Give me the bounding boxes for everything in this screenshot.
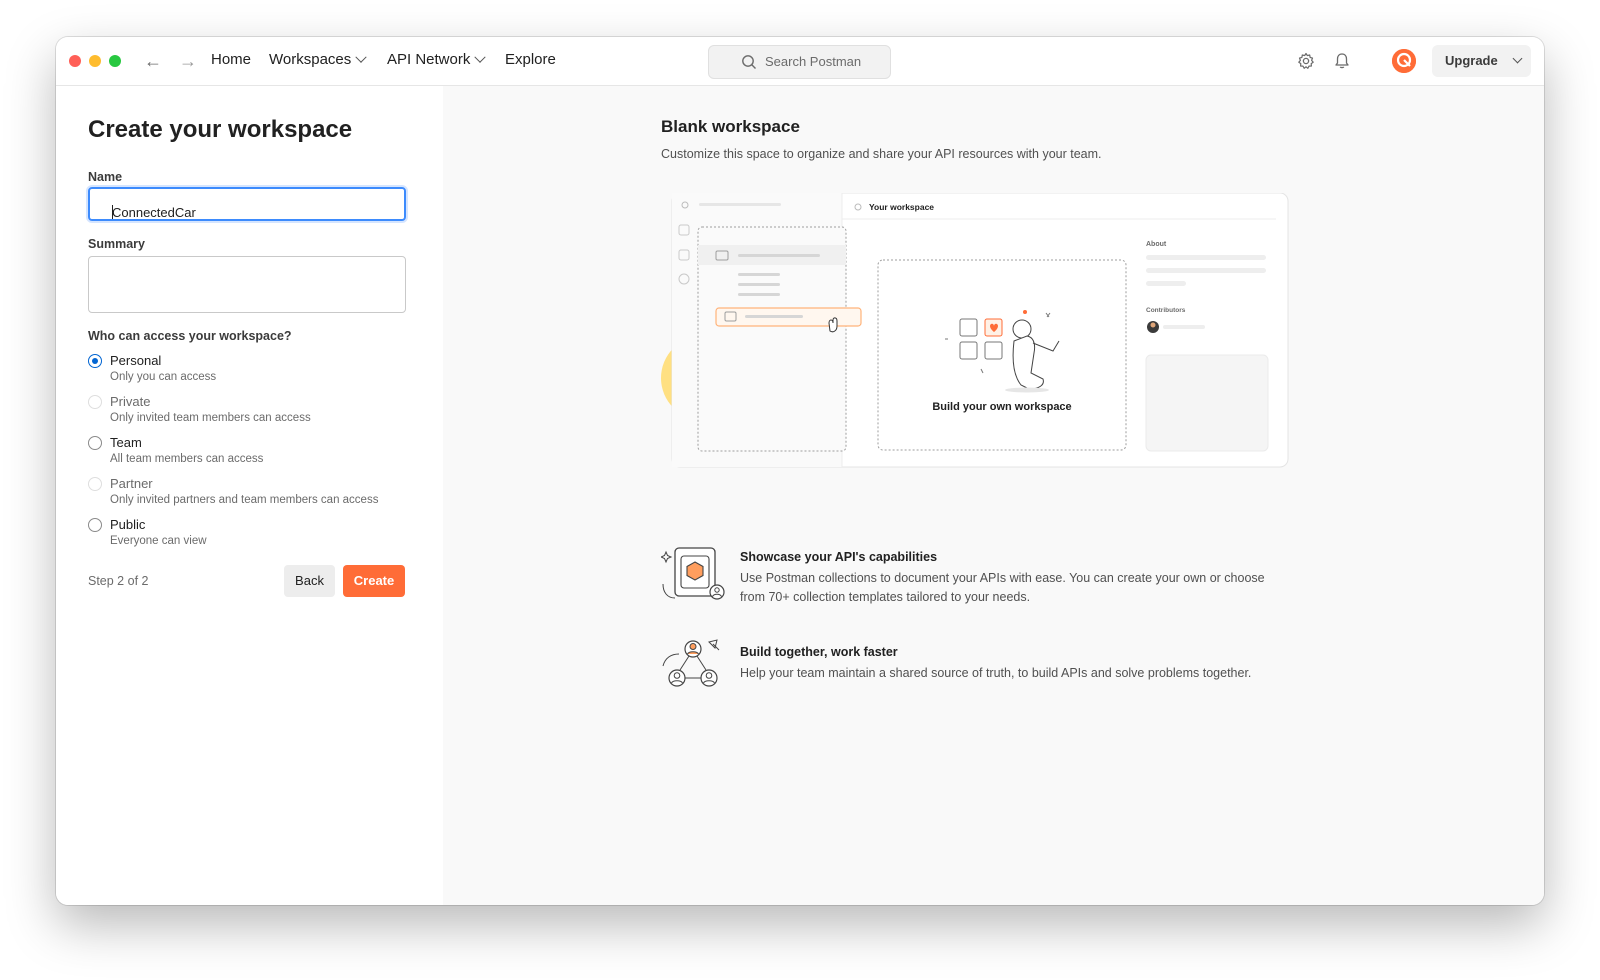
user-avatar[interactable] (1392, 49, 1416, 73)
radio-button[interactable] (88, 518, 102, 532)
workspace-preview-panel: Blank workspace Customize this space to … (443, 86, 1544, 905)
maximize-window-button[interactable] (109, 55, 121, 67)
team-collaboration-icon (662, 639, 720, 687)
radio-button (88, 477, 102, 491)
nav-workspaces[interactable]: Workspaces (269, 51, 367, 68)
back-button[interactable]: Back (284, 565, 335, 597)
close-window-button[interactable] (69, 55, 81, 67)
illustration-caption: Build your own workspace (932, 401, 1071, 413)
option-description: All team members can access (110, 453, 264, 465)
chevron-down-icon (355, 51, 367, 63)
back-arrow-icon[interactable]: ← (142, 49, 164, 73)
option-description: Everyone can view (110, 535, 207, 547)
nav-home[interactable]: Home (211, 51, 251, 68)
settings-gear-icon[interactable] (1296, 51, 1316, 71)
create-workspace-form: Create your workspace Name ConnectedCar … (56, 86, 443, 905)
nav-workspaces-label: Workspaces (269, 51, 352, 68)
illustration-about: About (1146, 241, 1167, 248)
chevron-down-icon (474, 51, 487, 63)
chevron-down-icon (1512, 53, 1523, 64)
option-label: Public (110, 517, 146, 532)
preview-title: Blank workspace (661, 117, 800, 136)
text-caret (112, 205, 113, 219)
search-input[interactable]: Search Postman (708, 45, 891, 79)
preview-subtitle: Customize this space to organize and sha… (661, 147, 1102, 161)
workspace-illustration: Build your own workspace Your workspace … (661, 193, 1289, 468)
summary-field[interactable] (88, 256, 406, 313)
illustration-contributors: Contributors (1146, 307, 1186, 314)
feature-description-collaborate: Help your team maintain a shared source … (740, 666, 1252, 680)
nav-api-network-label: API Network (387, 51, 471, 68)
illustration-header: Your workspace (869, 202, 934, 212)
feature-title-collaborate: Build together, work faster (740, 645, 898, 659)
collection-showcase-icon (661, 547, 725, 600)
app-window: ← → Home Workspaces API Network Explore … (56, 37, 1544, 905)
minimize-window-button[interactable] (89, 55, 101, 67)
option-description: Only invited team members can access (110, 412, 311, 424)
option-label: Team (110, 435, 142, 450)
feature-description-showcase: Use Postman collections to document your… (740, 571, 1265, 604)
name-field[interactable]: ConnectedCar (88, 187, 406, 221)
search-icon (742, 55, 756, 69)
feature-title-showcase: Showcase your API's capabilities (740, 550, 938, 564)
nav-explore[interactable]: Explore (505, 51, 556, 68)
option-description: Only invited partners and team members c… (110, 494, 379, 506)
title-bar: ← → Home Workspaces API Network Explore … (56, 37, 1544, 86)
option-label: Partner (110, 476, 153, 491)
notifications-bell-icon[interactable] (1332, 51, 1352, 71)
radio-button (88, 395, 102, 409)
search-placeholder: Search Postman (765, 54, 862, 69)
create-button[interactable]: Create (343, 565, 405, 597)
upgrade-button[interactable]: Upgrade (1432, 45, 1531, 77)
avatar-icon (1392, 49, 1416, 73)
page-title: Create your workspace (88, 116, 353, 143)
summary-label: Summary (88, 237, 145, 251)
radio-button[interactable] (88, 436, 102, 450)
forward-arrow-icon[interactable]: → (177, 49, 199, 73)
name-label: Name (88, 170, 123, 184)
access-question: Who can access your workspace? (88, 329, 292, 343)
option-description: Only you can access (110, 371, 217, 383)
radio-button[interactable] (88, 354, 102, 368)
step-indicator: Step 2 of 2 (88, 574, 149, 588)
option-label: Private (110, 394, 151, 409)
option-label: Personal (110, 353, 162, 368)
nav-api-network[interactable]: API Network (387, 51, 487, 68)
upgrade-label: Upgrade (1445, 53, 1498, 68)
name-value-text: ConnectedCar (112, 205, 196, 220)
